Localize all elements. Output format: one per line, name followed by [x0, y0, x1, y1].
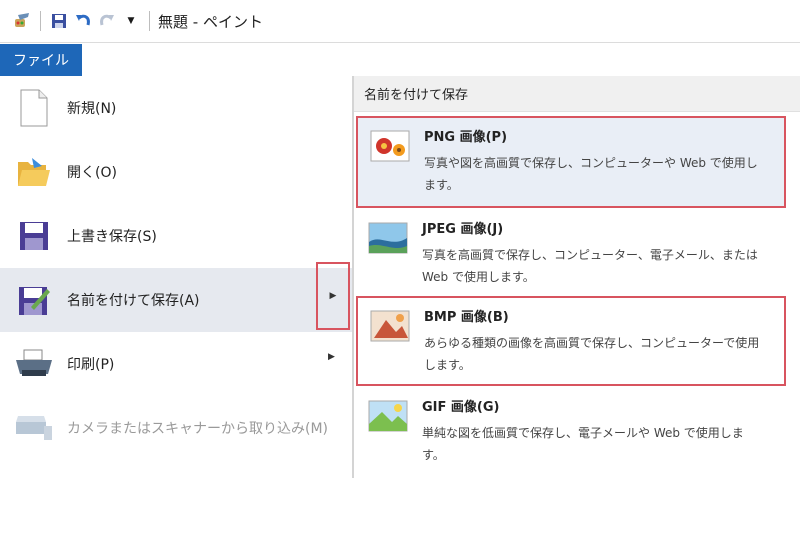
save-as-bmp-option[interactable]: BMP 画像(B) あらゆる種類の画像を高画質で保存し、コンピューターで使用しま… — [356, 296, 786, 386]
title-bar: ▼ 無題 - ペイント — [0, 0, 800, 42]
menu-item-new[interactable]: 新規(N) — [0, 76, 352, 140]
new-document-icon — [14, 88, 54, 128]
menu-item-label: 上書き保存(S) — [67, 229, 157, 245]
option-name: GIF 画像(G) — [422, 400, 500, 415]
save-as-submenu-arrow[interactable]: ▶ — [316, 262, 350, 330]
toolbar-separator — [149, 11, 150, 31]
menu-item-label: 印刷(P) — [67, 357, 115, 373]
customize-toolbar-icon[interactable]: ▼ — [119, 9, 143, 33]
file-menu: 新規(N) 開く(O) 上書き保存(S) 名前を付けて保存(A) 印刷(P) カ… — [0, 76, 353, 554]
menu-item-label: 新規(N) — [67, 101, 117, 117]
menu-item-label: カメラまたはスキャナーから取り込み(M) — [67, 421, 329, 437]
save-icon — [14, 216, 54, 256]
paint-app-icon[interactable] — [10, 9, 34, 33]
option-name: BMP 画像(B) — [424, 310, 509, 325]
menu-item-save[interactable]: 上書き保存(S) — [0, 204, 352, 268]
menu-bottom-edge — [0, 546, 352, 554]
undo-icon[interactable] — [71, 9, 95, 33]
jpeg-image-icon — [368, 222, 408, 258]
menu-item-print[interactable]: 印刷(P) — [0, 332, 352, 396]
printer-icon — [14, 344, 54, 384]
option-description: 写真や図を高画質で保存し、コンピューターや Web で使用します。 — [424, 156, 758, 192]
file-tab[interactable]: ファイル — [0, 44, 82, 76]
window-title: 無題 - ペイント — [158, 12, 263, 31]
menu-item-open[interactable]: 開く(O) — [0, 140, 352, 204]
open-folder-icon — [14, 152, 54, 192]
save-as-jpeg-option[interactable]: JPEG 画像(J) 写真を高画質で保存し、コンピューター、電子メール、または … — [356, 210, 786, 294]
submenu-header: 名前を付けて保存 — [354, 76, 800, 112]
ribbon-bar — [0, 42, 800, 77]
menu-item-label: 開く(O) — [67, 165, 117, 181]
gif-image-icon — [368, 400, 408, 436]
option-description: 単純な図を低画質で保存し、電子メールや Web で使用します。 — [422, 426, 744, 462]
save-as-gif-option[interactable]: GIF 画像(G) 単純な図を低画質で保存し、電子メールや Web で使用します… — [356, 388, 786, 476]
menu-item-label: 名前を付けて保存(A) — [67, 293, 200, 309]
option-description: あらゆる種類の画像を高画質で保存し、コンピューターで使用します。 — [424, 336, 760, 372]
option-description: 写真を高画質で保存し、コンピューター、電子メール、または Web で使用します。 — [422, 248, 758, 284]
option-name: JPEG 画像(J) — [422, 222, 504, 237]
save-quick-icon[interactable] — [47, 9, 71, 33]
redo-icon[interactable] — [95, 9, 119, 33]
toolbar-separator — [40, 11, 41, 31]
png-image-icon — [370, 130, 410, 166]
save-as-icon — [14, 280, 54, 320]
print-submenu-arrow[interactable]: ▶ — [328, 352, 335, 362]
menu-item-save-as[interactable]: 名前を付けて保存(A) — [0, 268, 352, 332]
quick-access-toolbar: ▼ — [0, 0, 156, 42]
save-as-png-option[interactable]: PNG 画像(P) 写真や図を高画質で保存し、コンピューターや Web で使用し… — [356, 116, 786, 208]
save-as-submenu: 名前を付けて保存 PNG 画像(P) 写真や図を高画質で保存し、コンピューターや… — [353, 76, 800, 478]
scanner-icon — [14, 408, 54, 448]
bmp-image-icon — [370, 310, 410, 346]
option-name: PNG 画像(P) — [424, 130, 508, 145]
menu-item-scanner[interactable]: カメラまたはスキャナーから取り込み(M) — [0, 396, 352, 460]
